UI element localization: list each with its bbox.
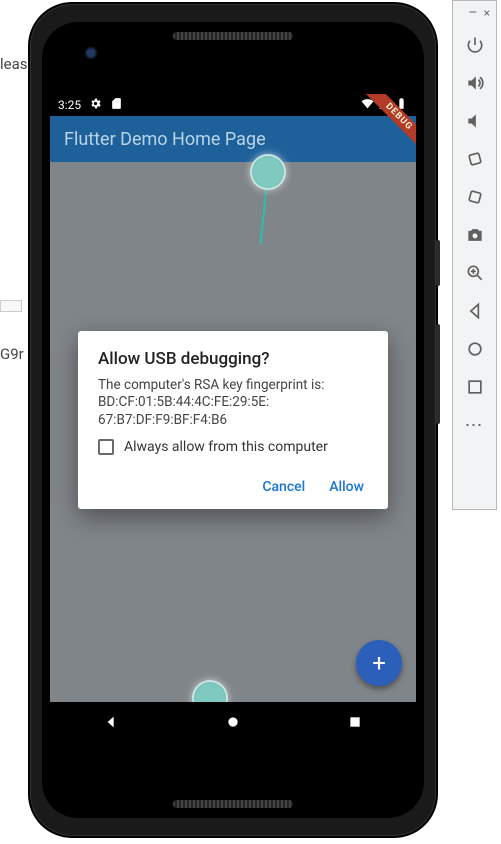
nav-overview-button[interactable] (347, 714, 363, 734)
usb-debugging-dialog: Allow USB debugging? The computer's RSA … (78, 331, 388, 510)
emulator-more-button[interactable]: ⋯ (457, 407, 493, 443)
fab-add-button[interactable]: + (356, 640, 402, 686)
device-screen: 3:25 (50, 94, 416, 746)
earpiece-top (173, 32, 293, 40)
emulator-rotate-right-button[interactable] (457, 179, 493, 215)
nav-home-button[interactable] (225, 714, 241, 734)
emulator-rotate-left-button[interactable] (457, 141, 493, 177)
emulator-sidebar: – × ⋯ (452, 0, 497, 510)
allow-button[interactable]: Allow (329, 479, 364, 495)
emulator-volume-down-button[interactable] (457, 103, 493, 139)
emulator-volume-up-button[interactable] (457, 65, 493, 101)
front-camera (84, 46, 98, 60)
cancel-button[interactable]: Cancel (262, 479, 305, 495)
emulator-zoom-button[interactable] (457, 255, 493, 291)
background-box (0, 300, 22, 312)
always-allow-checkbox[interactable] (98, 439, 114, 455)
background-text: G9r (0, 345, 24, 363)
android-nav-bar (50, 702, 416, 746)
emulator-close-button[interactable]: × (484, 6, 490, 20)
emulator-screenshot-button[interactable] (457, 217, 493, 253)
emulator-back-button[interactable] (457, 293, 493, 329)
dialog-title: Allow USB debugging? (98, 349, 368, 369)
earpiece-bottom (173, 800, 293, 808)
phone-inner: 3:25 (42, 22, 424, 818)
emulator-power-button[interactable] (457, 27, 493, 63)
phone-side-button (436, 240, 440, 286)
dialog-body: The computer's RSA key fingerprint is: B… (98, 377, 368, 430)
always-allow-label: Always allow from this computer (124, 439, 328, 455)
emulator-minimize-button[interactable]: – (468, 5, 477, 21)
phone-side-button (436, 324, 440, 424)
plus-icon: + (372, 649, 386, 677)
always-allow-row[interactable]: Always allow from this computer (98, 439, 368, 455)
emulator-home-button[interactable] (457, 331, 493, 367)
nav-back-button[interactable] (103, 714, 119, 734)
emulator-overview-button[interactable] (457, 369, 493, 405)
phone-frame: 3:25 (28, 2, 438, 838)
